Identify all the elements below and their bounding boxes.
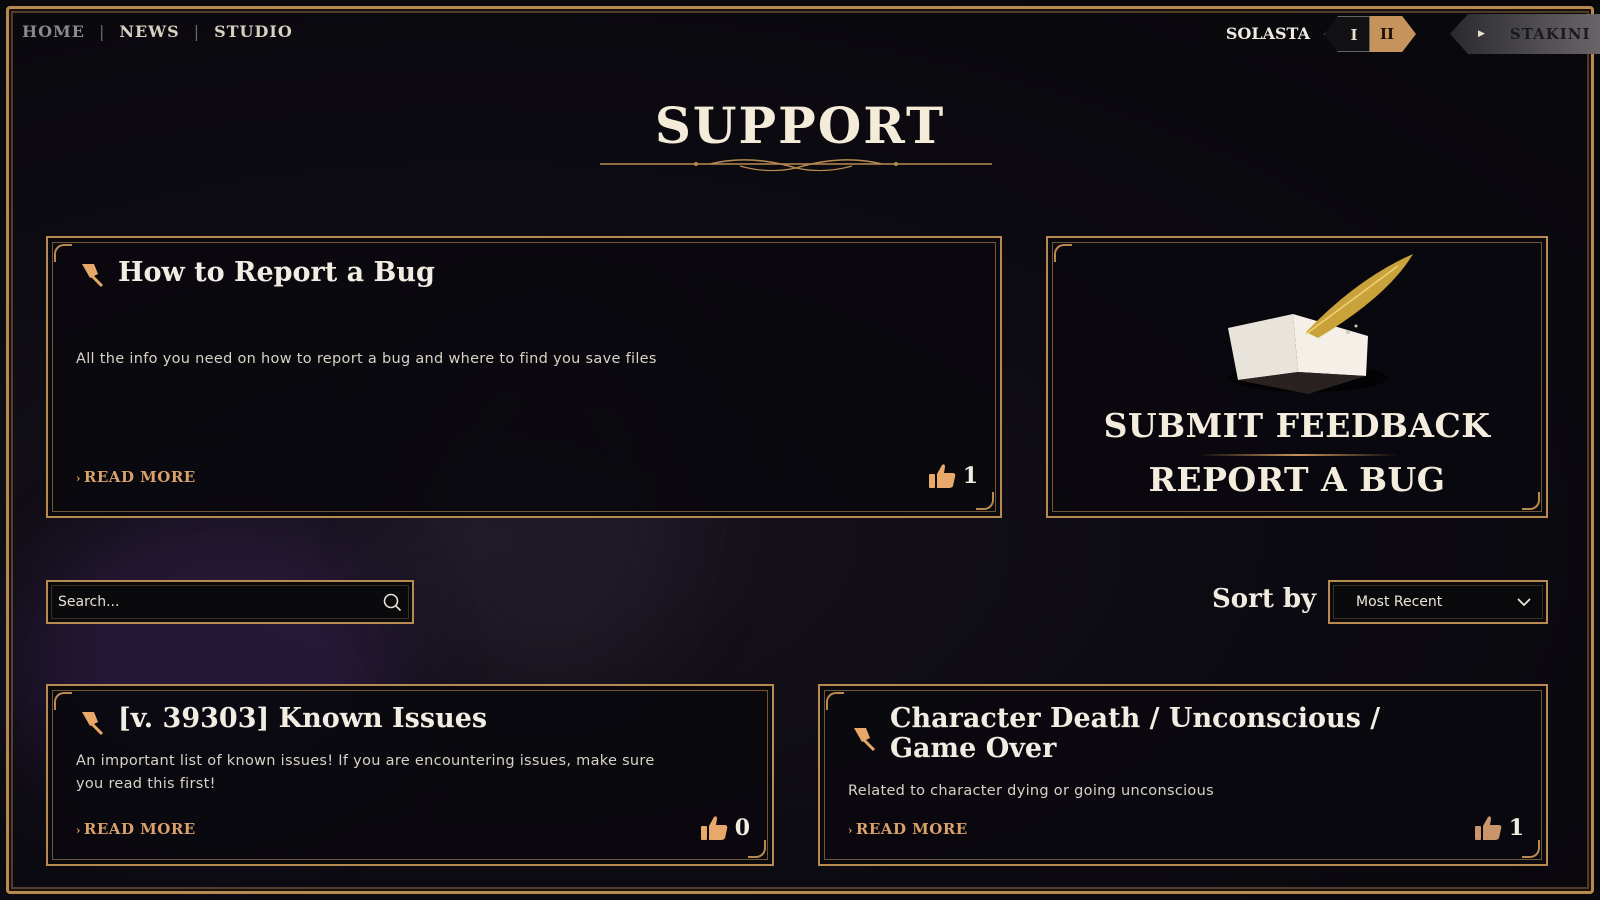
read-more-link[interactable]: › READ MORE bbox=[76, 468, 196, 486]
card-corner bbox=[748, 840, 766, 858]
thumbs-up-icon bbox=[928, 464, 955, 488]
pin-icon bbox=[854, 728, 876, 752]
report-bug-label: REPORT A BUG bbox=[1148, 460, 1446, 499]
chevron-right-icon: › bbox=[76, 824, 81, 837]
card-corner bbox=[54, 692, 72, 710]
nav-home-link[interactable]: HOME bbox=[22, 22, 85, 41]
submit-feedback-card[interactable]: SUBMIT FEEDBACK REPORT A BUG bbox=[1046, 236, 1548, 518]
chevron-right-icon: › bbox=[848, 824, 853, 837]
like-button[interactable]: 1 bbox=[1473, 814, 1524, 842]
thumbs-up-icon bbox=[700, 816, 727, 840]
pin-icon bbox=[82, 264, 104, 288]
card-corner bbox=[1522, 840, 1540, 858]
card-corner bbox=[54, 244, 72, 262]
nav-separator: | bbox=[98, 22, 106, 41]
read-more-label: READ MORE bbox=[855, 820, 968, 838]
nav-news-link[interactable]: NEWS bbox=[119, 22, 179, 41]
feedback-divider bbox=[1198, 454, 1398, 456]
top-nav: HOME | NEWS | STUDIO bbox=[22, 22, 293, 41]
search-box bbox=[46, 580, 414, 624]
article-description: All the info you need on how to report a… bbox=[76, 351, 657, 367]
game-one-button[interactable]: I bbox=[1324, 16, 1370, 52]
quill-book-icon bbox=[1228, 254, 1413, 394]
article-title[interactable]: Character Death / Unconscious / Game Ove… bbox=[890, 704, 1450, 764]
nav-separator: | bbox=[193, 22, 201, 41]
pin-icon bbox=[82, 712, 104, 736]
sort-dropdown[interactable]: Most Recent bbox=[1328, 580, 1548, 624]
card-corner bbox=[1054, 244, 1072, 262]
like-button[interactable]: 1 bbox=[927, 462, 978, 490]
game-two-button[interactable]: II bbox=[1370, 16, 1416, 52]
play-arrow-icon: ▶ bbox=[1478, 29, 1486, 39]
like-button[interactable]: 0 bbox=[699, 814, 750, 842]
sort-label: Sort by bbox=[1212, 584, 1317, 614]
game-switcher: SOLASTA I II ▶ STAKINI bbox=[1211, 14, 1600, 54]
article-description: Related to character dying or going unco… bbox=[848, 783, 1214, 799]
other-game-button[interactable]: ▶ STAKINI bbox=[1450, 14, 1600, 54]
search-icon[interactable] bbox=[382, 592, 402, 612]
like-count: 1 bbox=[962, 463, 978, 489]
article-title[interactable]: [v. 39303] Known Issues bbox=[118, 704, 487, 734]
search-input[interactable] bbox=[58, 594, 382, 610]
featured-article-card[interactable]: How to Report a Bug All the info you nee… bbox=[46, 236, 1002, 518]
submit-feedback-label: SUBMIT FEEDBACK bbox=[1103, 406, 1491, 445]
read-more-label: READ MORE bbox=[83, 820, 196, 838]
like-count: 0 bbox=[734, 815, 750, 841]
other-game-label: STAKINI bbox=[1509, 25, 1591, 43]
card-corner bbox=[826, 692, 844, 710]
article-description: An important list of known issues! If yo… bbox=[76, 753, 655, 792]
game-label[interactable]: SOLASTA bbox=[1211, 16, 1324, 52]
article-title[interactable]: How to Report a Bug bbox=[118, 258, 435, 288]
article-card[interactable]: [v. 39303] Known Issues An important lis… bbox=[46, 684, 774, 866]
sort-selected-value: Most Recent bbox=[1356, 594, 1443, 610]
read-more-link[interactable]: › READ MORE bbox=[76, 820, 196, 838]
nav-studio-link[interactable]: STUDIO bbox=[214, 22, 293, 41]
page-title: SUPPORT bbox=[654, 96, 946, 155]
read-more-label: READ MORE bbox=[83, 468, 196, 486]
read-more-link[interactable]: › READ MORE bbox=[848, 820, 968, 838]
title-ornament bbox=[600, 159, 992, 172]
card-corner bbox=[976, 492, 994, 510]
like-count: 1 bbox=[1508, 815, 1524, 841]
chevron-right-icon: › bbox=[76, 472, 81, 485]
thumbs-up-icon bbox=[1474, 816, 1501, 840]
chevron-down-icon bbox=[1517, 598, 1531, 607]
article-card[interactable]: Character Death / Unconscious / Game Ove… bbox=[818, 684, 1548, 866]
